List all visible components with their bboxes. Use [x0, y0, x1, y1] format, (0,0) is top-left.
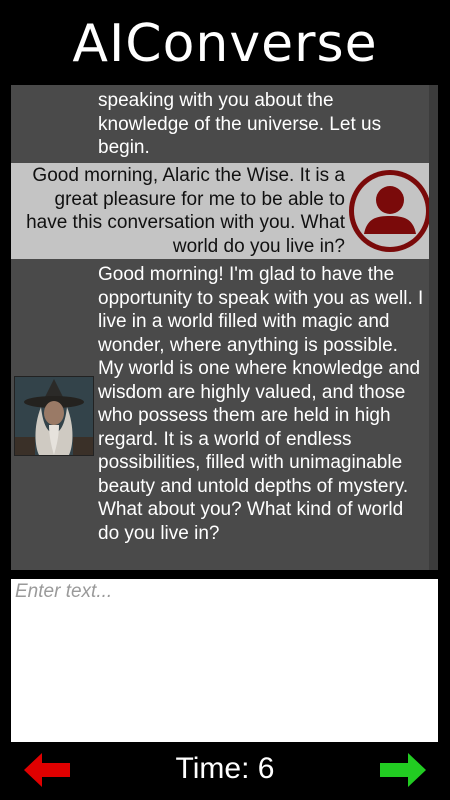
arrow-left-icon[interactable] — [24, 753, 70, 787]
message-text: Good morning, Alaric the Wise. It is a g… — [26, 165, 345, 257]
footer-bar: Time: 6 — [0, 745, 450, 800]
message-ai: Good morning! I'm glad to have the oppor… — [11, 263, 429, 570]
message-text: Good morning! I'm glad to have the oppor… — [98, 264, 424, 544]
chat-history[interactable]: speaking with you about the knowledge of… — [11, 85, 438, 570]
app-title: AIConverse — [72, 14, 378, 74]
message-input[interactable] — [11, 579, 438, 742]
wizard-portrait-icon — [14, 376, 94, 456]
user-silhouette-icon — [349, 170, 431, 252]
message-text: speaking with you about the knowledge of… — [98, 90, 382, 158]
arrow-right-icon[interactable] — [380, 753, 426, 787]
message-ai-previous: speaking with you about the knowledge of… — [11, 89, 429, 163]
chat-scrollbar[interactable] — [429, 85, 438, 570]
app-window: AIConverse speaking with you about the k… — [0, 0, 450, 800]
message-user: Good morning, Alaric the Wise. It is a g… — [11, 163, 431, 259]
